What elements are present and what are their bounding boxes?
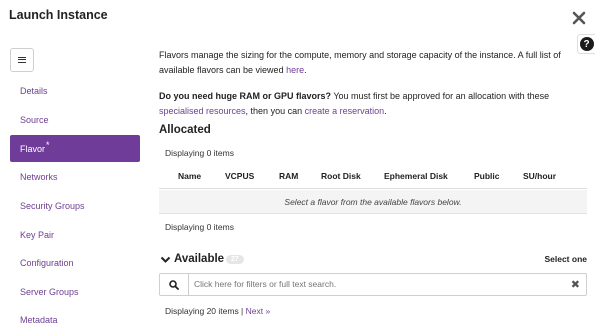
available-count: Displaying 20 items | — [165, 306, 246, 316]
sidebar-item-label: Server Groups — [20, 286, 79, 297]
sidebar-item-configuration[interactable]: Configuration — [10, 249, 140, 278]
intro-end: . — [304, 65, 307, 75]
column-header-ephemeral-disk[interactable]: Ephemeral Disk — [384, 171, 448, 181]
modal-title: Launch Instance — [9, 8, 108, 22]
allocated-count-bottom: Displaying 0 items — [165, 222, 234, 232]
sidebar-item-label: Source — [20, 114, 49, 125]
sidebar-item-label: Configuration — [20, 258, 74, 269]
notice-body-2: , then you can — [245, 106, 305, 116]
select-one-label: Select one — [544, 254, 587, 264]
intro-text: Flavors manage the sizing for the comput… — [159, 48, 587, 78]
sidebar-item-label: Key Pair — [20, 229, 55, 240]
available-header: Available 27 Select one — [159, 252, 587, 270]
specialised-resources-link[interactable]: specialised resources — [159, 106, 246, 116]
flavor-description: Flavors manage the sizing for the comput… — [159, 48, 587, 119]
sidebar-item-flavor[interactable]: Flavor * — [10, 135, 140, 163]
sidebar-item-server-groups[interactable]: Server Groups — [10, 278, 140, 307]
allocated-empty-row: Select a flavor from the available flavo… — [159, 190, 587, 214]
required-mark: * — [46, 139, 50, 150]
sidebar-item-label: Details — [20, 86, 48, 97]
sidebar-item-label: Networks — [20, 172, 58, 183]
notice-question: Do you need huge RAM or GPU flavors? — [159, 91, 332, 101]
column-header-public[interactable]: Public — [474, 171, 500, 181]
sidebar-item-networks[interactable]: Networks — [10, 163, 140, 192]
clear-search-icon[interactable]: ✖ — [571, 278, 580, 291]
column-header-root-disk[interactable]: Root Disk — [321, 171, 361, 181]
sidebar-item-security-groups[interactable]: Security Groups — [10, 192, 140, 221]
column-header-su-hour[interactable]: SU/hour — [523, 171, 556, 181]
available-pagination: Displaying 20 items | Next » — [165, 306, 270, 316]
search-icon-box — [160, 274, 189, 295]
search-input[interactable] — [194, 279, 554, 289]
sidebar-item-label: Security Groups — [20, 201, 85, 212]
sidebar-item-label: Metadata — [20, 315, 58, 326]
allocated-count-top: Displaying 0 items — [165, 148, 234, 158]
sidebar-item-key-pair[interactable]: Key Pair — [10, 220, 140, 249]
column-header-vcpus[interactable]: VCPUS — [225, 171, 254, 181]
sidebar-nav: Details Source Flavor * Networks Security… — [10, 77, 140, 327]
hamburger-icon — [18, 57, 26, 63]
column-header-name[interactable]: Name — [178, 171, 201, 181]
notice-end: . — [384, 106, 387, 116]
close-button[interactable] — [571, 10, 587, 26]
sidebar-item-details[interactable]: Details — [10, 77, 140, 106]
search-icon — [169, 279, 179, 290]
available-title[interactable]: Available — [174, 253, 224, 265]
flavors-list-link[interactable]: here — [286, 65, 304, 75]
notice-body: You must first be approved for an alloca… — [331, 91, 550, 101]
allocated-table-header: Name VCPUS RAM Root Disk Ephemeral Disk … — [159, 163, 587, 189]
column-header-ram[interactable]: RAM — [279, 171, 298, 181]
create-reservation-link[interactable]: create a reservation — [305, 106, 385, 116]
flavor-search[interactable]: ✖ — [159, 273, 587, 296]
sidebar-item-metadata[interactable]: Metadata — [10, 306, 140, 327]
allocated-title: Allocated — [159, 124, 211, 136]
available-count-badge: 27 — [226, 255, 244, 264]
close-icon — [572, 11, 586, 25]
sidebar-item-source[interactable]: Source — [10, 106, 140, 135]
menu-toggle-button[interactable] — [10, 48, 34, 72]
next-page-link[interactable]: Next » — [246, 306, 271, 316]
chevron-down-icon[interactable] — [160, 254, 171, 265]
notice-text: Do you need huge RAM or GPU flavors? You… — [159, 89, 587, 119]
sidebar-item-label: Flavor — [20, 143, 46, 154]
intro-body: Flavors manage the sizing for the comput… — [159, 50, 561, 75]
